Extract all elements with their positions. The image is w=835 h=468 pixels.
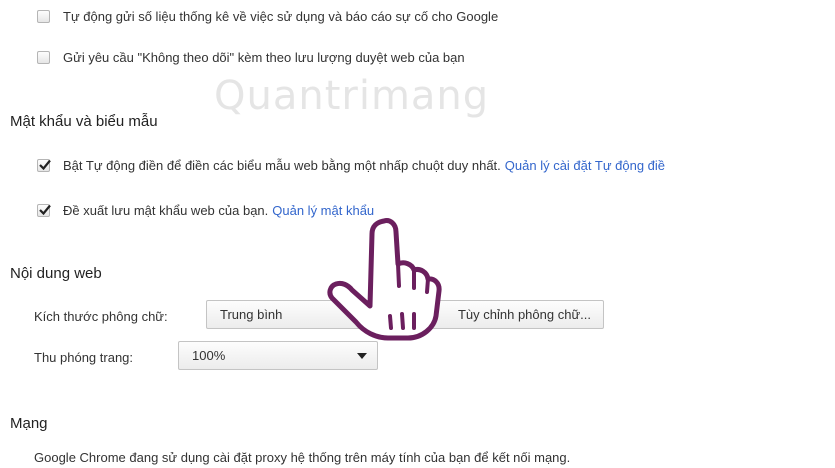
save-passwords-label: Đề xuất lưu mật khẩu web của bạn. bbox=[63, 203, 269, 218]
page-zoom-label: Thu phóng trang: bbox=[34, 350, 134, 365]
checkmark-icon bbox=[39, 204, 51, 216]
font-size-value: Trung bình bbox=[220, 307, 283, 322]
usage-stats-label: Tự động gửi số liệu thống kê về việc sử … bbox=[63, 9, 499, 24]
passwords-forms-heading: Mật khẩu và biểu mẫu bbox=[10, 113, 158, 130]
network-description-row: Google Chrome đang sử dụng cài đặt proxy… bbox=[34, 450, 570, 465]
page-zoom-value: 100% bbox=[192, 348, 226, 363]
pointing-hand-icon bbox=[327, 218, 442, 341]
usage-stats-checkbox[interactable] bbox=[37, 10, 50, 23]
quantrimang-watermark: Quantrimang bbox=[214, 73, 490, 119]
save-passwords-checkbox[interactable] bbox=[37, 204, 51, 217]
network-description: Google Chrome đang sử dụng cài đặt proxy… bbox=[34, 450, 571, 465]
privacy-item-do-not-track[interactable]: Gửi yêu cầu "Không theo dõi" kèm theo lư… bbox=[37, 50, 465, 65]
checkmark-icon bbox=[39, 159, 51, 171]
web-content-heading: Nội dung web bbox=[10, 265, 102, 282]
do-not-track-checkbox[interactable] bbox=[37, 51, 50, 64]
autofill-label: Bật Tự động điền để điền các biểu mẫu we… bbox=[63, 158, 501, 173]
save-passwords-item[interactable]: Đề xuất lưu mật khẩu web của bạn. Quản l… bbox=[37, 203, 374, 218]
customize-fonts-label: Tùy chỉnh phông chữ... bbox=[457, 307, 591, 322]
font-size-row-label: Kích thước phông chữ: bbox=[34, 309, 168, 324]
privacy-item-usage-stats[interactable]: Tự động gửi số liệu thống kê về việc sử … bbox=[37, 9, 498, 24]
manage-autofill-link[interactable]: Quản lý cài đặt Tự động điề bbox=[505, 158, 665, 173]
chevron-down-icon bbox=[357, 353, 367, 359]
do-not-track-label: Gửi yêu cầu "Không theo dõi" kèm theo lư… bbox=[63, 50, 465, 65]
autofill-item[interactable]: Bật Tự động điền để điền các biểu mẫu we… bbox=[37, 158, 665, 173]
font-size-label: Kích thước phông chữ: bbox=[34, 309, 168, 324]
page-zoom-row-label: Thu phóng trang: bbox=[34, 350, 133, 365]
network-heading: Mạng bbox=[10, 415, 48, 432]
page-zoom-select[interactable]: 100% bbox=[178, 341, 378, 370]
autofill-checkbox[interactable] bbox=[37, 159, 51, 172]
